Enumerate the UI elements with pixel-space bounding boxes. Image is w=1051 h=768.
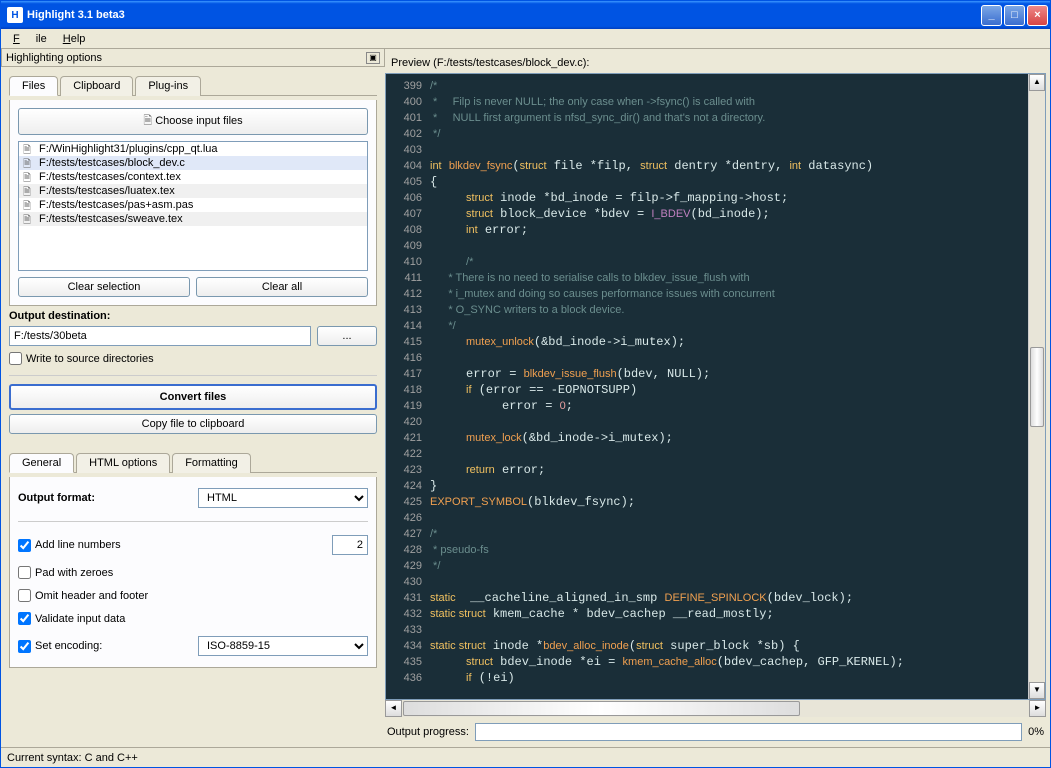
panel-header: Highlighting options ▣ xyxy=(1,49,385,67)
scroll-down-button[interactable]: ▼ xyxy=(1029,682,1045,699)
pad-zeroes-label: Pad with zeroes xyxy=(35,567,113,579)
write-source-label: Write to source directories xyxy=(26,353,154,365)
choose-input-button[interactable]: 🗎 Choose input files xyxy=(18,108,368,135)
document-icon: 🗎 xyxy=(143,115,152,127)
preview-label: Preview (F:/tests/testcases/block_dev.c)… xyxy=(385,53,1046,73)
tab-general[interactable]: General xyxy=(9,453,74,473)
omit-header-checkbox[interactable] xyxy=(18,589,31,602)
minimize-button[interactable]: _ xyxy=(981,5,1002,26)
output-format-select[interactable]: HTML xyxy=(198,488,368,508)
code-content: 399/* 400 * Filp is never NULL; the only… xyxy=(386,74,1028,690)
file-icon: 🗎 xyxy=(23,171,35,183)
progress-label: Output progress: xyxy=(387,726,469,738)
validate-checkbox[interactable] xyxy=(18,612,31,625)
omit-header-label: Omit header and footer xyxy=(35,590,148,602)
file-icon: 🗎 xyxy=(23,157,35,169)
file-icon: 🗎 xyxy=(23,213,35,225)
input-file-list[interactable]: 🗎F:/WinHighlight31/plugins/cpp_qt.lua🗎F:… xyxy=(18,141,368,271)
titlebar[interactable]: H Highlight 3.1 beta3 _ □ × xyxy=(1,1,1050,29)
file-list-item[interactable]: 🗎F:/tests/testcases/context.tex xyxy=(19,170,367,184)
add-line-numbers-label: Add line numbers xyxy=(35,539,121,551)
tab-clipboard[interactable]: Clipboard xyxy=(60,76,133,96)
close-button[interactable]: × xyxy=(1027,5,1048,26)
scroll-thumb[interactable] xyxy=(1030,347,1044,427)
files-tab-body: 🗎 Choose input files 🗎F:/WinHighlight31/… xyxy=(9,100,377,306)
browse-button[interactable]: ... xyxy=(317,326,377,346)
progress-percent: 0% xyxy=(1028,726,1044,738)
set-encoding-label: Set encoding: xyxy=(35,640,102,652)
file-icon: 🗎 xyxy=(23,185,35,197)
file-list-item[interactable]: 🗎F:/tests/testcases/pas+asm.pas xyxy=(19,198,367,212)
clear-all-button[interactable]: Clear all xyxy=(196,277,368,297)
pad-zeroes-checkbox[interactable] xyxy=(18,566,31,579)
clear-selection-button[interactable]: Clear selection xyxy=(18,277,190,297)
options-tabs: General HTML options Formatting xyxy=(9,452,377,473)
file-list-item[interactable]: 🗎F:/tests/testcases/luatex.tex xyxy=(19,184,367,198)
menubar: File Help xyxy=(1,29,1050,49)
output-dest-input[interactable] xyxy=(9,326,311,346)
code-preview: 399/* 400 * Filp is never NULL; the only… xyxy=(385,73,1046,700)
status-syntax: Current syntax: C and C++ xyxy=(7,752,138,764)
file-list-item[interactable]: 🗎F:/tests/testcases/block_dev.c xyxy=(19,156,367,170)
line-number-width-spinner[interactable] xyxy=(332,535,368,555)
tab-formatting[interactable]: Formatting xyxy=(172,453,251,473)
undock-icon[interactable]: ▣ xyxy=(366,52,380,64)
set-encoding-checkbox[interactable] xyxy=(18,640,31,653)
file-list-item[interactable]: 🗎F:/tests/testcases/sweave.tex xyxy=(19,212,367,226)
encoding-select[interactable]: ISO-8859-15 xyxy=(198,636,368,656)
file-icon: 🗎 xyxy=(23,199,35,211)
general-tab-body: Output format: HTML Add line numbers Pad xyxy=(9,477,377,668)
add-line-numbers-checkbox[interactable] xyxy=(18,539,31,552)
file-icon: 🗎 xyxy=(23,143,35,155)
write-source-checkbox[interactable] xyxy=(9,352,22,365)
tab-files[interactable]: Files xyxy=(9,76,58,96)
window-title: Highlight 3.1 beta3 xyxy=(27,9,981,21)
convert-button[interactable]: Convert files xyxy=(9,384,377,410)
copy-clipboard-button[interactable]: Copy file to clipboard xyxy=(9,414,377,434)
hscroll-thumb[interactable] xyxy=(403,701,800,716)
horizontal-scrollbar[interactable]: ◄ ► xyxy=(385,700,1046,717)
app-icon: H xyxy=(7,7,23,23)
vertical-scrollbar[interactable]: ▲ ▼ xyxy=(1028,74,1045,699)
maximize-button[interactable]: □ xyxy=(1004,5,1025,26)
scroll-up-button[interactable]: ▲ xyxy=(1029,74,1045,91)
output-dest-label: Output destination: xyxy=(9,310,377,322)
app-window: H Highlight 3.1 beta3 _ □ × File Help Hi… xyxy=(0,0,1051,768)
statusbar: Current syntax: C and C++ xyxy=(1,747,1050,767)
scroll-right-button[interactable]: ► xyxy=(1029,700,1046,717)
menu-help[interactable]: Help xyxy=(55,31,94,47)
validate-label: Validate input data xyxy=(35,613,125,625)
output-format-label: Output format: xyxy=(18,492,198,504)
menu-file[interactable]: File xyxy=(5,31,55,47)
tab-html-options[interactable]: HTML options xyxy=(76,453,170,473)
progress-bar xyxy=(475,723,1022,741)
tab-plugins[interactable]: Plug-ins xyxy=(135,76,201,96)
file-list-item[interactable]: 🗎F:/WinHighlight31/plugins/cpp_qt.lua xyxy=(19,142,367,156)
input-tabs: Files Clipboard Plug-ins xyxy=(9,75,377,96)
scroll-left-button[interactable]: ◄ xyxy=(385,700,402,717)
